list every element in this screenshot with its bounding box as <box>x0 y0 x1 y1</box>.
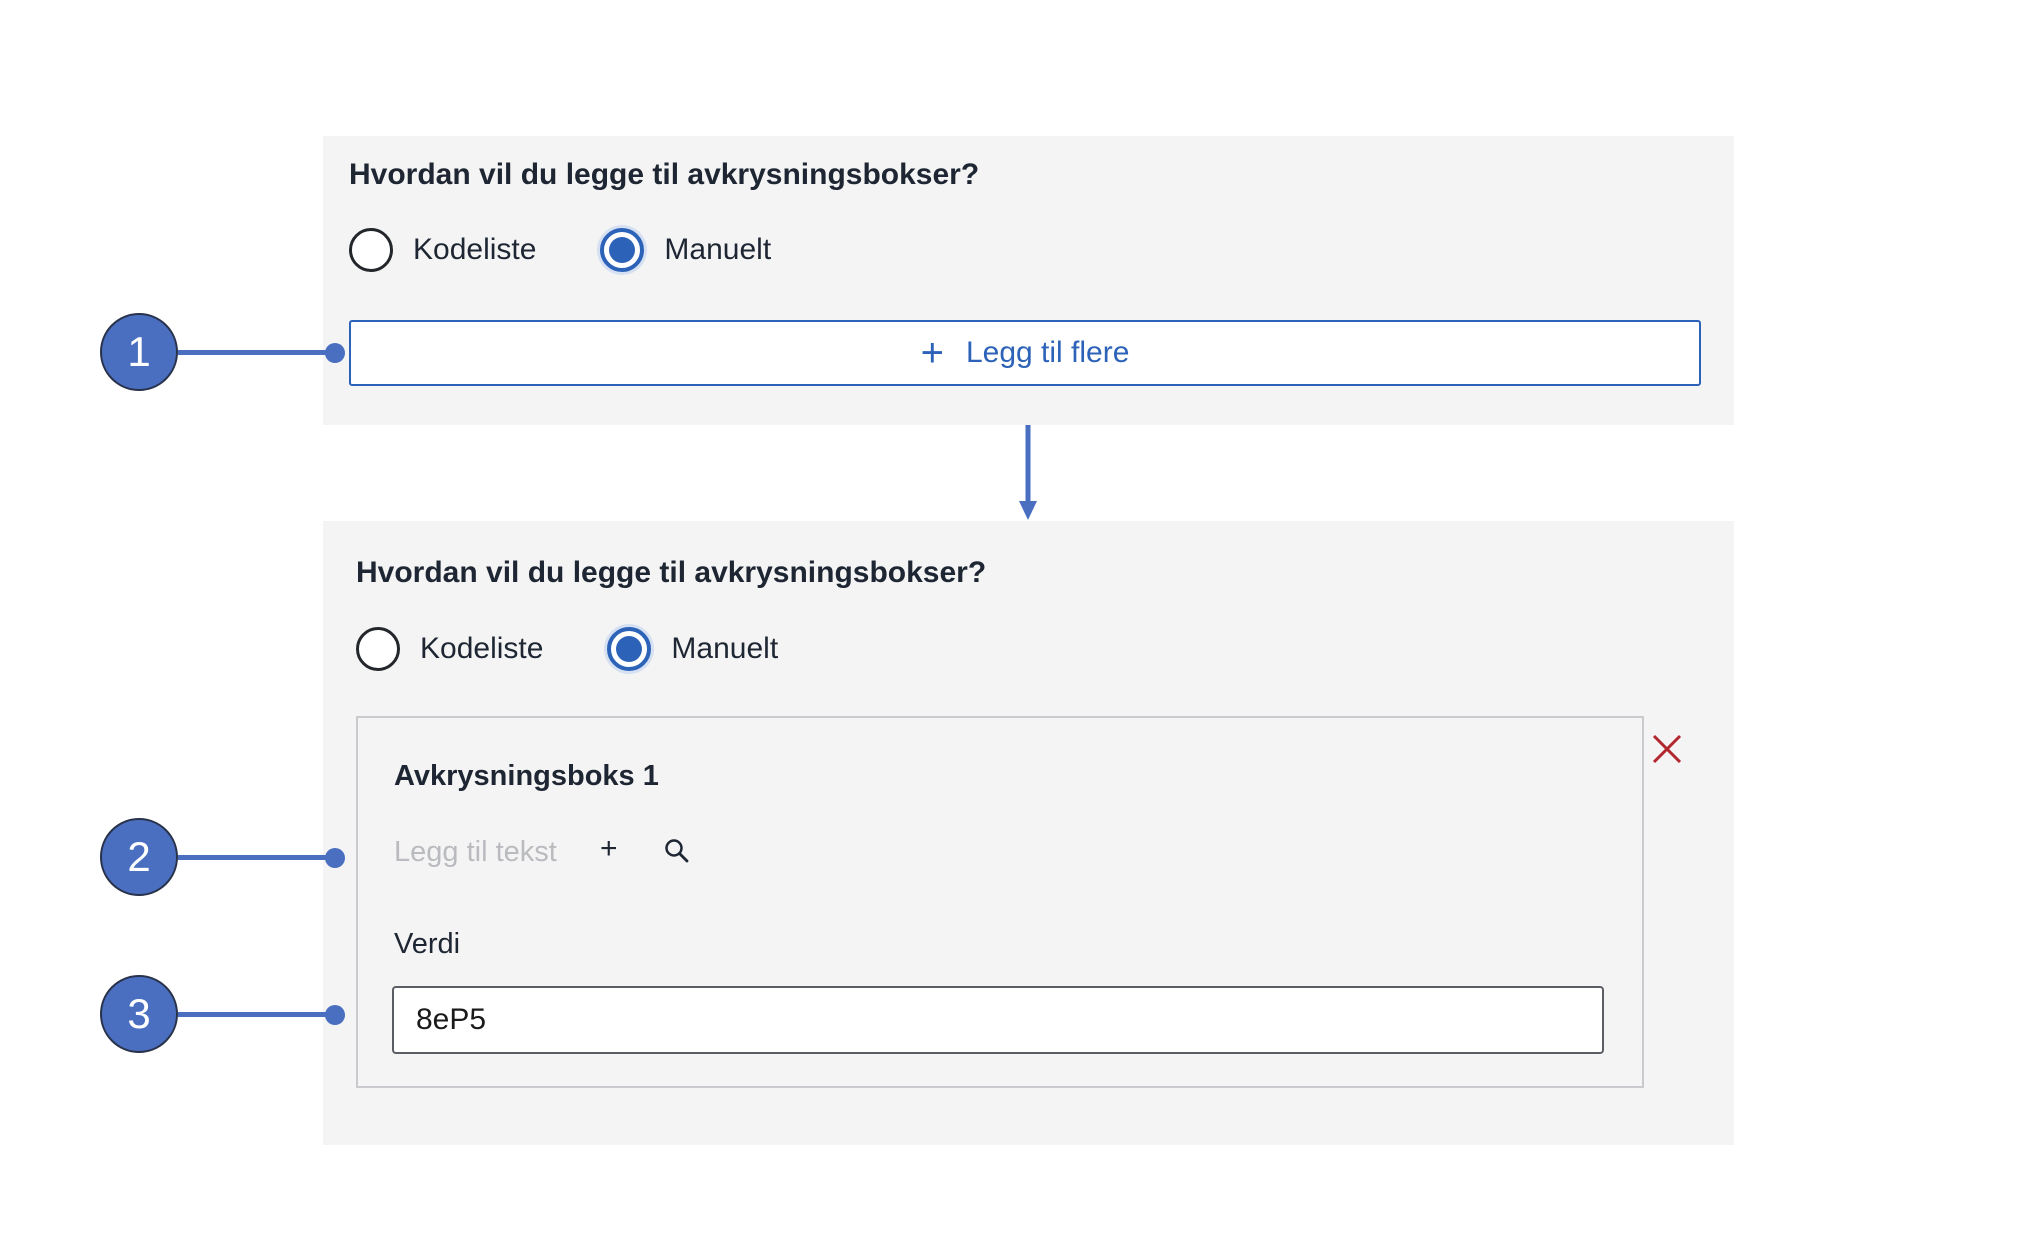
search-icon[interactable] <box>664 838 690 864</box>
text-placeholder[interactable]: Legg til tekst <box>394 836 557 869</box>
radio-label: Kodeliste <box>420 632 544 665</box>
callout-2: 2 <box>100 818 350 898</box>
close-icon[interactable] <box>1651 733 1683 765</box>
radio-group: Kodeliste Manuelt <box>356 627 842 671</box>
callout-connector <box>178 350 335 355</box>
plus-icon: + <box>920 331 944 375</box>
value-input[interactable] <box>392 986 1604 1054</box>
radio-label: Manuelt <box>671 632 779 665</box>
radio-button-checked[interactable] <box>607 627 652 671</box>
callout-dot <box>325 1005 345 1025</box>
callout-1: 1 <box>100 313 350 393</box>
callout-badge: 1 <box>100 313 178 391</box>
checkbox-item-card: Avkrysningsboks 1 Legg til tekst + Verdi <box>356 716 1644 1088</box>
radio-panel-initial: Hvordan vil du legge til avkrysningsboks… <box>323 136 1734 425</box>
callout-badge: 2 <box>100 818 178 896</box>
radio-panel-expanded: Hvordan vil du legge til avkrysningsboks… <box>323 521 1734 1145</box>
question-heading: Hvordan vil du legge til avkrysningsboks… <box>349 158 980 191</box>
radio-button-unchecked[interactable] <box>356 627 400 671</box>
callout-dot <box>325 343 345 363</box>
radio-button-unchecked[interactable] <box>349 228 393 272</box>
add-more-button[interactable]: + Legg til flere <box>349 320 1701 386</box>
radio-option-kodeliste[interactable]: Kodeliste <box>356 627 543 671</box>
radio-label: Manuelt <box>664 233 772 266</box>
value-field-label: Verdi <box>394 928 461 960</box>
radio-option-manuelt[interactable]: Manuelt <box>600 228 771 272</box>
flow-arrow-icon <box>1019 425 1037 520</box>
radio-label: Kodeliste <box>413 233 537 266</box>
radio-button-checked[interactable] <box>600 228 645 272</box>
radio-group: Kodeliste Manuelt <box>349 228 835 272</box>
add-more-label: Legg til flere <box>965 336 1130 369</box>
callout-dot <box>325 848 345 868</box>
callout-connector <box>178 1012 335 1017</box>
callout-3: 3 <box>100 975 350 1055</box>
card-title: Avkrysningsboks 1 <box>394 760 659 792</box>
callout-badge: 3 <box>100 975 178 1053</box>
plus-icon[interactable]: + <box>600 832 618 866</box>
radio-option-manuelt[interactable]: Manuelt <box>607 627 778 671</box>
callout-connector <box>178 855 335 860</box>
question-heading: Hvordan vil du legge til avkrysningsboks… <box>356 556 987 589</box>
radio-option-kodeliste[interactable]: Kodeliste <box>349 228 536 272</box>
